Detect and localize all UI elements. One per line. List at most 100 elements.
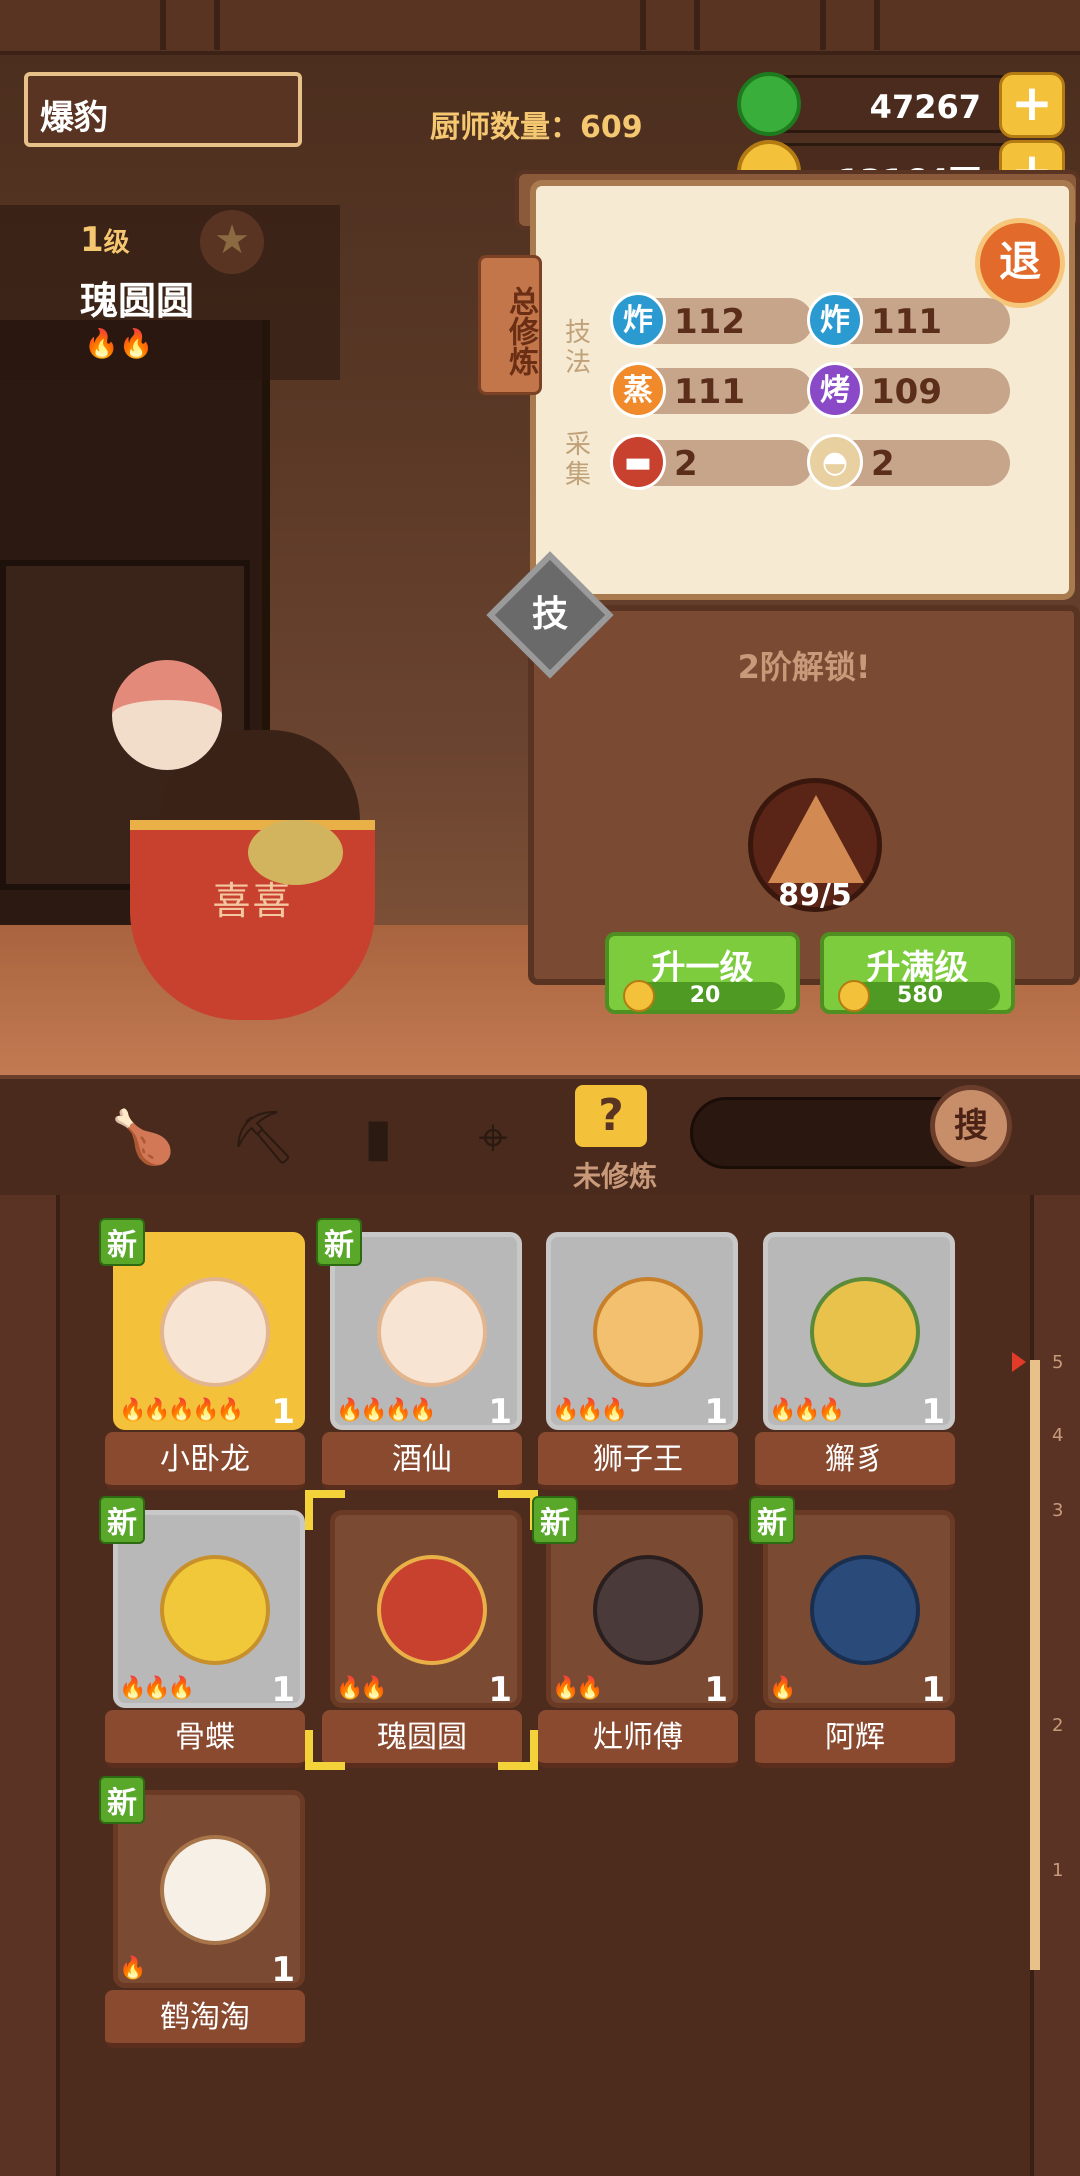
chef-flames: 🔥🔥🔥	[552, 1398, 628, 1423]
exit-button[interactable]: 退	[975, 218, 1065, 308]
chef-level: 1	[704, 1392, 728, 1432]
chef-flames: 🔥🔥	[336, 1676, 388, 1701]
gather-meat: ▬ 2	[610, 434, 813, 490]
bowl-pig-icon	[377, 1555, 487, 1665]
chef-card[interactable]: 🔥🔥🔥 1 骨蝶 新	[99, 1496, 305, 1775]
selection-corner	[305, 1730, 345, 1770]
jar-filter-icon[interactable]: ▮	[345, 1105, 411, 1171]
skill-value: 111	[674, 372, 745, 412]
star-icon[interactable]: ★	[200, 210, 264, 274]
skill-fry-2: 炸 111	[807, 292, 1010, 348]
roast-icon: 烤	[807, 362, 863, 418]
chef-level: 1	[271, 1670, 295, 1710]
chef-card-selected[interactable]: 🔥🔥 1 瑰圆圆	[322, 1510, 522, 1775]
unrefined-filter-icon[interactable]: ?	[575, 1085, 647, 1147]
chef-card[interactable]: 🔥🔥🔥 1 獬豸	[755, 1232, 955, 1497]
ruler-pointer-icon	[1012, 1352, 1026, 1372]
chef-name: 酒仙	[322, 1432, 522, 1490]
meat-icon: ▬	[610, 434, 666, 490]
bowl-pattern: 喜喜	[212, 879, 293, 923]
selection-corner	[305, 1490, 345, 1530]
character-name: 瑰圆圆	[80, 279, 195, 323]
chef-level: 1	[488, 1392, 512, 1432]
jade-currency: 47267 +	[737, 72, 1065, 138]
ruler-mark: 2	[1052, 1715, 1064, 1736]
xiezhi-face-icon	[810, 1277, 920, 1387]
chef-name: 骨蝶	[105, 1710, 305, 1768]
ceiling-beam	[0, 0, 1080, 55]
scroll-ruler[interactable]	[1030, 1360, 1040, 1970]
skill-value: 111	[871, 302, 942, 342]
chef-name: 阿辉	[755, 1710, 955, 1768]
location-filter-icon[interactable]: ⌖	[460, 1105, 526, 1171]
material-count: 89/5	[778, 878, 852, 913]
skill-value: 112	[674, 302, 745, 342]
chef-card[interactable]: 🔥 1 阿辉 新	[749, 1496, 955, 1775]
upgrade-max-button[interactable]: 升满级 580	[820, 932, 1015, 1014]
new-badge: 新	[99, 1776, 145, 1824]
ruler-mark: 1	[1052, 1860, 1064, 1881]
gather-label: 采集	[564, 430, 591, 490]
chef-name: 灶师傅	[538, 1710, 738, 1768]
chicken-leg-filter-icon[interactable]: 🍗	[110, 1105, 176, 1171]
new-badge: 新	[99, 1496, 145, 1544]
skill-steam: 蒸 111	[610, 362, 813, 418]
dumpling-icon	[248, 820, 343, 885]
chef-face-icon	[160, 1277, 270, 1387]
butterfly-jar-icon	[160, 1555, 270, 1665]
upgrade-one-button[interactable]: 升一级 20	[605, 932, 800, 1014]
chef-card[interactable]: 🔥🔥🔥🔥🔥 1 小卧龙 新	[99, 1218, 305, 1497]
skill-fry-1: 炸 112	[610, 292, 813, 348]
chef-name: 瑰圆圆	[322, 1710, 522, 1768]
chef-level: 1	[921, 1392, 945, 1432]
left-rail	[0, 1195, 60, 2176]
chef-card[interactable]: 🔥🔥🔥 1 狮子王	[538, 1232, 738, 1497]
chef-name: 鹤淘淘	[105, 1990, 305, 2048]
chef-level: 1	[704, 1670, 728, 1710]
new-badge: 新	[316, 1218, 362, 1266]
character-level: 1级	[80, 220, 130, 260]
character-info: 1级 ★ 瑰圆圆 🔥🔥	[0, 205, 340, 380]
total-refine-tab[interactable]: 总修炼	[478, 255, 542, 395]
crane-hood-icon	[160, 1835, 270, 1945]
chef-name: 獬豸	[755, 1432, 955, 1490]
character-pig-icon	[112, 660, 222, 770]
new-badge: 新	[99, 1218, 145, 1266]
beam-brace	[640, 0, 700, 50]
gather-value: 2	[871, 444, 895, 484]
unrefined-filter-label[interactable]: 未修炼	[560, 1155, 670, 1195]
gather-bun: ◓ 2	[807, 434, 1010, 490]
skill-value: 109	[871, 372, 942, 412]
chef-flames: 🔥🔥	[552, 1676, 604, 1701]
stove-icon	[593, 1555, 703, 1665]
player-name[interactable]: 爆豹	[24, 72, 302, 147]
chef-face-icon	[377, 1277, 487, 1387]
zongzi-material-icon	[768, 795, 864, 883]
gather-value: 2	[674, 444, 698, 484]
chef-card[interactable]: 🔥🔥 1 灶师傅 新	[532, 1496, 738, 1775]
jade-value: 47267	[869, 88, 981, 126]
ruler-mark: 4	[1052, 1425, 1064, 1446]
bun-icon: ◓	[807, 434, 863, 490]
add-jade-button[interactable]: +	[999, 72, 1065, 138]
shovel-filter-icon[interactable]: ⛏	[230, 1105, 296, 1171]
chef-level: 1	[488, 1670, 512, 1710]
chef-name: 小卧龙	[105, 1432, 305, 1490]
jade-icon	[737, 72, 801, 136]
lion-face-icon	[593, 1277, 703, 1387]
chef-flames: 🔥🔥🔥🔥🔥	[119, 1398, 244, 1423]
chef-count: 厨师数量：609	[430, 110, 643, 145]
chef-level: 1	[921, 1670, 945, 1710]
search-button[interactable]: 搜	[930, 1085, 1012, 1167]
level-number: 1	[80, 220, 104, 260]
new-badge: 新	[749, 1496, 795, 1544]
chef-name: 狮子王	[538, 1432, 738, 1490]
ruler-mark: 5	[1052, 1352, 1064, 1373]
ruler-mark: 3	[1052, 1500, 1064, 1521]
new-badge: 新	[532, 1496, 578, 1544]
chef-flames: 🔥	[119, 1956, 146, 1981]
chef-card[interactable]: 🔥 1 鹤淘淘 新	[99, 1776, 305, 2055]
chef-card[interactable]: 🔥🔥🔥🔥 1 酒仙 新	[316, 1218, 522, 1497]
character-flames: 🔥🔥	[84, 327, 154, 360]
beam-brace	[160, 0, 220, 50]
